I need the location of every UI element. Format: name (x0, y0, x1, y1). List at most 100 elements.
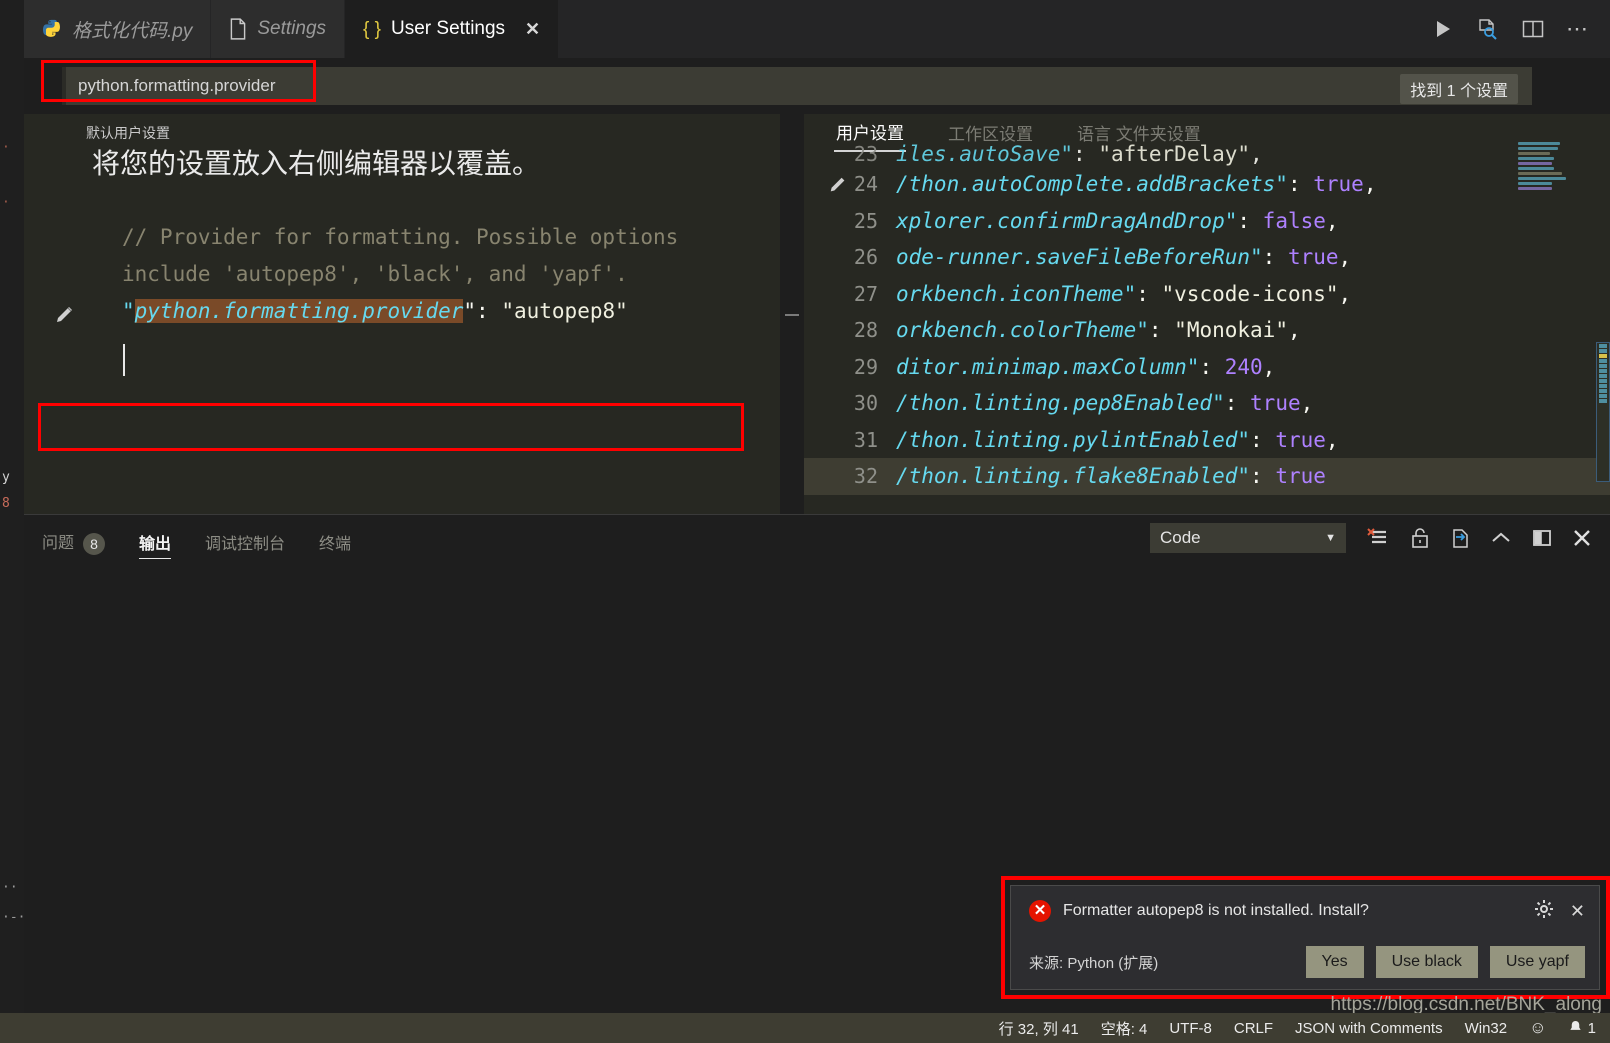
text-caret (123, 344, 125, 376)
json-key: ode-runner.saveFileBeforeRun" (896, 245, 1263, 269)
json-colon: : (1225, 391, 1250, 415)
status-item-2[interactable]: UTF-8 (1169, 1020, 1212, 1037)
vscode-window: y8·····-· 格式化代码.py Settings { } U (0, 0, 1610, 1043)
default-settings-code: // Provider for formatting. Possible opt… (24, 219, 780, 330)
panel-tab-1[interactable]: 输出 (139, 530, 171, 559)
panel-tab-2[interactable]: 调试控制台 (205, 530, 285, 558)
json-key: /thon.linting.pep8Enabled" (896, 391, 1225, 415)
open-in-editor-icon[interactable] (1450, 527, 1470, 549)
code-line[interactable]: 25xplorer.confirmDragAndDrop": false, (804, 203, 1610, 240)
scrollbar-decoration[interactable] (1596, 342, 1610, 482)
line-content: /thon.autoComplete.addBrackets": true, (896, 172, 1610, 196)
close-panel-icon[interactable] (1572, 528, 1592, 548)
json-key: iles.autoSave" (896, 144, 1073, 166)
tab-settings[interactable]: Settings (211, 0, 345, 58)
split-editor-icon[interactable] (1522, 19, 1544, 39)
code-line[interactable]: 26ode-runner.saveFileBeforeRun": true, (804, 239, 1610, 276)
editor-splitter[interactable] (780, 114, 804, 514)
panel-tab-list: 问题8 输出 调试控制台 终端 (42, 525, 351, 563)
status-item-4[interactable]: JSON with Comments (1295, 1020, 1443, 1037)
setting-colon: : (476, 299, 501, 323)
line-content: /thon.linting.flake8Enabled": true (896, 464, 1610, 488)
collapse-panel-icon[interactable] (1490, 529, 1512, 547)
scrollbar-tick (1599, 369, 1607, 373)
panel-tab-0[interactable]: 问题8 (42, 529, 105, 559)
error-icon: ✕ (1029, 900, 1051, 922)
close-icon[interactable]: ✕ (1570, 901, 1585, 922)
setting-key: python.formatting.provider (135, 299, 464, 323)
tab-user-settings[interactable]: { } User Settings ✕ (345, 0, 559, 58)
background-code-fragment: · (2, 140, 10, 155)
minimap-line (1518, 142, 1560, 145)
code-line[interactable]: 27orkbench.iconTheme": "vscode-icons", (804, 276, 1610, 313)
status-item-0[interactable]: 行 32, 列 41 (999, 1018, 1079, 1039)
line-content: /thon.linting.pylintEnabled": true, (896, 428, 1610, 452)
close-icon[interactable]: ✕ (525, 19, 540, 40)
json-value: true (1288, 245, 1339, 269)
panel-tab-3[interactable]: 终端 (319, 530, 351, 558)
line-number: 25 (804, 209, 896, 233)
edit-pencil-icon[interactable] (54, 301, 76, 323)
code-line[interactable]: 24/thon.autoComplete.addBrackets": true, (804, 166, 1610, 203)
tab-python-file[interactable]: 格式化代码.py (24, 0, 211, 58)
scrollbar-tick (1599, 399, 1607, 403)
code-line[interactable]: 32/thon.linting.flake8Enabled": true (804, 458, 1610, 495)
json-value: true (1313, 172, 1364, 196)
output-channel-select[interactable]: Code ▼ (1150, 523, 1346, 553)
json-value: true (1275, 464, 1326, 488)
line-content: iles.autoSave": "afterDelay", (896, 144, 1610, 166)
scrollbar-tick (1599, 389, 1607, 393)
code-line[interactable]: 30/thon.linting.pep8Enabled": true, (804, 385, 1610, 422)
setting-value: "autopep8" (501, 299, 627, 323)
code-line[interactable]: 23iles.autoSave": "afterDelay", (804, 144, 1610, 166)
background-code-fragment: 8 (2, 496, 10, 511)
panel-tab-label: 终端 (319, 536, 351, 553)
default-settings-heading: 将您的设置放入右侧编辑器以覆盖。 (92, 142, 540, 182)
minimap-line (1518, 162, 1552, 165)
status-item-3[interactable]: CRLF (1234, 1020, 1273, 1037)
json-key: ditor.minimap.maxColumn" (896, 355, 1199, 379)
code-line[interactable]: 29ditor.minimap.maxColumn": 240, (804, 349, 1610, 386)
lock-scroll-icon[interactable] (1410, 527, 1430, 549)
status-item-1[interactable]: 空格: 4 (1101, 1018, 1148, 1039)
search-input[interactable] (62, 67, 1532, 105)
notifications-bell-icon[interactable]: 1 (1568, 1020, 1596, 1037)
scrollbar-tick (1599, 359, 1607, 363)
code-line[interactable]: 28orkbench.colorTheme": "Monokai", (804, 312, 1610, 349)
json-key: /thon.autoComplete.addBrackets" (896, 172, 1288, 196)
line-content: ditor.minimap.maxColumn": 240, (896, 355, 1610, 379)
gear-icon[interactable] (1534, 899, 1554, 924)
json-comma: , (1364, 172, 1377, 196)
line-number: 23 (804, 144, 896, 166)
editor-minimap[interactable] (1518, 142, 1588, 252)
setting-line[interactable]: "python.formatting.provider": "autopep8" (24, 293, 780, 330)
json-value: true (1250, 391, 1301, 415)
user-settings-code[interactable]: 23iles.autoSave": "afterDelay",24/thon.a… (804, 144, 1610, 495)
status-item-5[interactable]: Win32 (1465, 1020, 1508, 1037)
output-channel-value: Code (1160, 528, 1201, 548)
clear-output-icon[interactable] (1366, 527, 1390, 549)
edit-pencil-icon[interactable] (828, 175, 848, 195)
scrollbar-tick (1599, 374, 1607, 378)
minimap-line (1518, 147, 1558, 150)
tab-label: User Settings (391, 18, 505, 40)
line-number: 28 (804, 318, 896, 342)
notification-button-use-yapf[interactable]: Use yapf (1490, 946, 1585, 978)
code-line[interactable]: 31/thon.linting.pylintEnabled": true, (804, 422, 1610, 459)
editor-tab-bar: 格式化代码.py Settings { } User Settings ✕ (24, 0, 1610, 58)
line-number: 24 (804, 172, 896, 196)
feedback-smiley-icon[interactable]: ☺ (1529, 1018, 1546, 1038)
minimap-line (1518, 187, 1552, 190)
json-comma: , (1301, 391, 1314, 415)
notification-header-actions: ✕ (1534, 899, 1585, 924)
maximize-panel-icon[interactable] (1532, 528, 1552, 548)
run-button[interactable] (1432, 18, 1454, 40)
open-preview-icon[interactable] (1476, 17, 1500, 41)
minimap-line (1518, 177, 1566, 180)
more-actions-icon[interactable]: ⋯ (1566, 24, 1588, 34)
line-number: 27 (804, 282, 896, 306)
notification-button-yes[interactable]: Yes (1306, 946, 1364, 978)
background-editor-strip: y8·····-· (0, 0, 24, 1013)
scrollbar-tick (1599, 354, 1607, 358)
notification-button-use-black[interactable]: Use black (1376, 946, 1478, 978)
